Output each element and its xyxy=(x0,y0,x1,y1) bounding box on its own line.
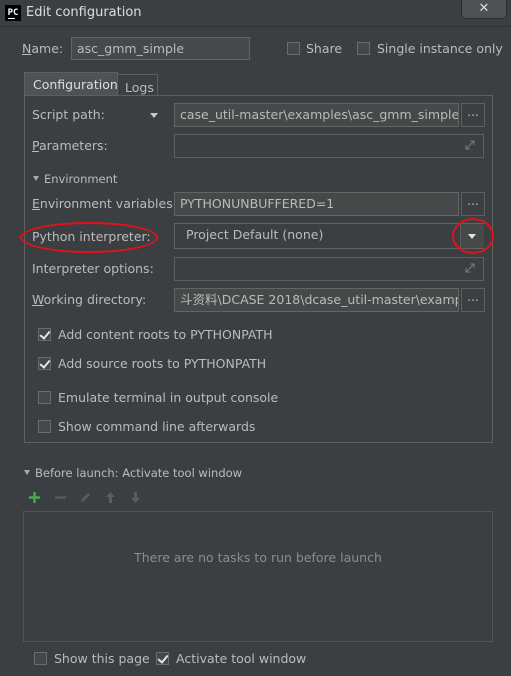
activate-tool-window-label: Activate tool window xyxy=(176,651,307,666)
remove-icon[interactable] xyxy=(54,491,67,504)
tab-configuration[interactable]: Configuration xyxy=(24,72,118,96)
expand-field-icon[interactable] xyxy=(465,263,475,273)
empty-task-list-text: There are no tasks to run before launch xyxy=(134,550,382,565)
env-vars-input[interactable]: PYTHONUNBUFFERED=1 xyxy=(174,192,459,216)
working-directory-label-rest: orking directory: xyxy=(43,292,147,307)
close-window-button[interactable]: ✕ xyxy=(461,0,507,19)
parameters-label: Parameters: xyxy=(32,138,108,153)
add-source-roots-label: Add source roots to PYTHONPATH xyxy=(58,356,267,371)
share-label: Share xyxy=(306,41,343,56)
script-path-label: Script path: xyxy=(32,107,105,122)
activate-tool-window-checkbox[interactable] xyxy=(156,652,169,665)
env-vars-label-rest: nvironment variables: xyxy=(39,196,177,211)
environment-collapse-icon[interactable] xyxy=(33,176,39,181)
interpreter-options-label: Interpreter options: xyxy=(32,261,154,276)
working-directory-input[interactable]: 斗资料\DCASE 2018\dcase_util-master\example… xyxy=(174,288,459,312)
name-label-rest: ame: xyxy=(31,41,64,56)
single-instance-checkbox[interactable] xyxy=(357,42,370,55)
add-source-roots-checkbox[interactable] xyxy=(38,357,51,370)
environment-section-title: Environment xyxy=(44,172,118,186)
name-label: Name: xyxy=(22,41,64,56)
tab-logs[interactable]: Logs xyxy=(117,74,158,96)
share-checkbox[interactable] xyxy=(287,42,300,55)
python-interpreter-select[interactable]: Project Default (none) xyxy=(174,223,484,249)
interpreter-label-annotation xyxy=(20,222,158,253)
emulate-terminal-checkbox[interactable] xyxy=(38,391,51,404)
browse-script-button[interactable]: ... xyxy=(461,103,485,127)
add-content-roots-checkbox[interactable] xyxy=(38,328,51,341)
show-this-page-checkbox[interactable] xyxy=(34,652,47,665)
window-title: Edit configuration xyxy=(26,5,142,20)
working-directory-label: Working directory: xyxy=(32,292,147,307)
move-up-icon[interactable] xyxy=(104,491,117,504)
name-input[interactable]: asc_gmm_simple xyxy=(71,37,250,60)
emulate-terminal-label: Emulate terminal in output console xyxy=(58,390,279,405)
edit-env-vars-button[interactable]: ... xyxy=(461,192,485,216)
before-launch-collapse-icon[interactable] xyxy=(24,470,30,475)
parameters-label-rest: arameters: xyxy=(38,138,108,153)
before-launch-task-list[interactable] xyxy=(23,511,493,642)
script-path-type-dropdown-icon[interactable] xyxy=(150,113,158,118)
script-path-input[interactable]: case_util-master\examples\asc_gmm_simple… xyxy=(174,103,459,127)
show-command-line-checkbox[interactable] xyxy=(38,420,51,433)
pycharm-app-icon: PC xyxy=(5,5,21,21)
expand-field-icon[interactable] xyxy=(465,140,475,150)
show-command-line-label: Show command line afterwards xyxy=(58,419,256,434)
interpreter-dropdown-annotation xyxy=(452,218,494,254)
single-instance-label: Single instance only xyxy=(377,41,503,56)
add-content-roots-label: Add content roots to PYTHONPATH xyxy=(58,327,273,342)
interpreter-options-input[interactable] xyxy=(174,257,484,281)
parameters-input[interactable] xyxy=(174,134,484,158)
before-launch-title: Before launch: Activate tool window xyxy=(35,466,243,480)
browse-working-directory-button[interactable]: ... xyxy=(461,288,485,312)
env-vars-label: Environment variables: xyxy=(32,196,177,211)
show-this-page-label: Show this page xyxy=(54,651,150,666)
add-icon[interactable] xyxy=(28,491,41,504)
move-down-icon[interactable] xyxy=(129,491,142,504)
edit-icon[interactable] xyxy=(79,491,92,504)
